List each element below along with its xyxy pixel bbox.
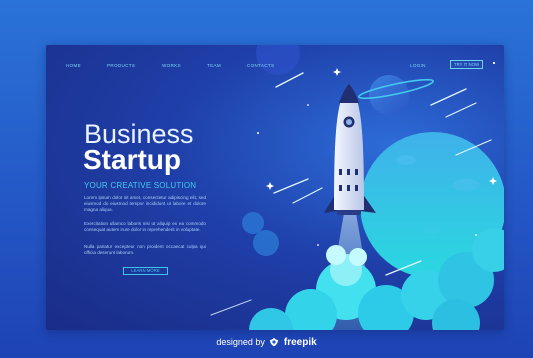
try-it-now-button[interactable]: TRY IT NOW — [450, 60, 483, 69]
learn-more-button[interactable]: LEARN MORE — [123, 267, 168, 275]
nav-works-link[interactable]: WORKS — [162, 63, 181, 68]
nav-home-link[interactable]: HOME — [66, 63, 81, 68]
landing-page-frame: HOME PRODUCTS WORKS TEAM CONTACTS LOGIN … — [46, 45, 504, 330]
hero-tagline: YOUR CREATIVE SOLUTION — [84, 181, 197, 190]
hero-paragraph-2: Exercitation ullamco laboris nisi ut ali… — [84, 221, 206, 232]
nav-team-link[interactable]: TEAM — [207, 63, 221, 68]
freepik-logo-icon — [270, 337, 279, 347]
nav-products-link[interactable]: PRODUCTS — [107, 63, 135, 68]
login-link[interactable]: LOGIN — [410, 63, 426, 68]
attribution-credit: designed by freepik — [0, 337, 533, 348]
top-nav: HOME PRODUCTS WORKS TEAM CONTACTS LOGIN … — [46, 60, 504, 77]
credit-brand[interactable]: freepik — [284, 337, 317, 348]
small-planet-illustration — [358, 75, 434, 115]
hero-paragraph-3: Nulla pariatur excepteur non proident oc… — [84, 244, 206, 255]
hero-paragraph-1: Lorem ipsum dolor sit amet, consectetur … — [84, 195, 206, 212]
credit-prefix: designed by — [216, 337, 265, 347]
hero-title-line2: Startup — [83, 144, 181, 175]
nav-contacts-link[interactable]: CONTACTS — [247, 63, 274, 68]
